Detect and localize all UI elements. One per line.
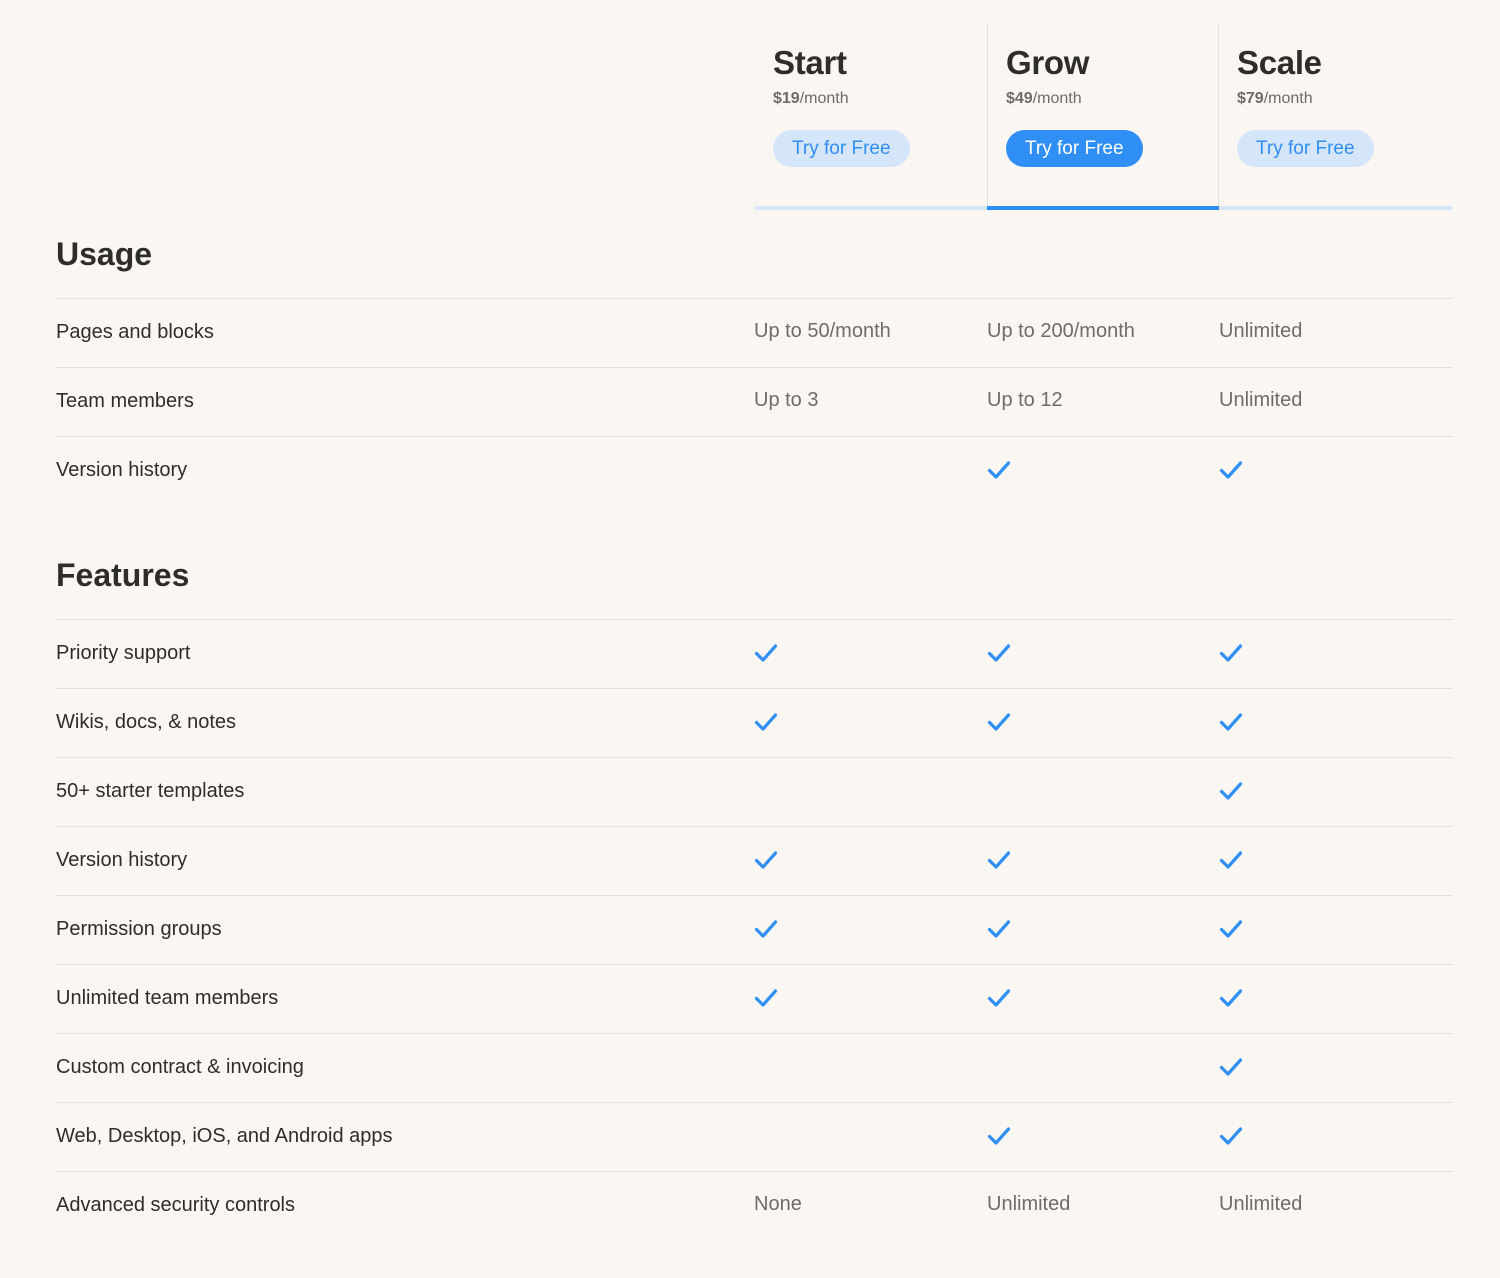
try-for-free-button-start[interactable]: Try for Free	[773, 130, 910, 167]
plan-name: Scale	[1237, 44, 1322, 81]
check-icon	[754, 920, 778, 938]
row-label: Advanced security controls	[56, 1194, 296, 1216]
check-icon	[754, 713, 778, 731]
try-for-free-button-scale[interactable]: Try for Free	[1237, 130, 1374, 167]
check-icon	[1219, 713, 1243, 731]
row-value-grow: Up to 200/month	[987, 320, 1135, 342]
plan-price-amount: $79	[1237, 90, 1264, 107]
table-row: Custom contract & invoicing	[56, 1033, 1453, 1102]
row-value-grow	[987, 710, 1011, 738]
check-icon	[1219, 1058, 1243, 1076]
check-icon	[1219, 644, 1243, 662]
check-icon	[987, 920, 1011, 938]
row-value-grow	[987, 848, 1011, 876]
check-icon	[1219, 1127, 1243, 1145]
table-row: Priority support	[56, 619, 1453, 688]
row-value-grow	[987, 641, 1011, 669]
check-icon	[1219, 851, 1243, 869]
check-icon	[1219, 782, 1243, 800]
table-row: Unlimited team members	[56, 964, 1453, 1033]
plan-price-amount: $19	[773, 90, 800, 107]
plan-column-grow: Grow $49/month Try for Free	[987, 24, 1219, 210]
row-value-start	[754, 710, 778, 738]
row-value-scale: Unlimited	[1219, 320, 1303, 342]
row-label: Team members	[56, 390, 194, 412]
row-label: Pages and blocks	[56, 321, 214, 343]
plan-price: $19/month	[773, 90, 849, 108]
check-icon	[1219, 461, 1243, 479]
plan-price-amount: $49	[1006, 90, 1033, 107]
check-icon	[987, 1127, 1011, 1145]
check-icon	[754, 989, 778, 1007]
row-value-start: Up to 3	[754, 389, 819, 411]
row-value-start	[754, 986, 778, 1014]
row-value-scale	[1219, 1055, 1243, 1083]
check-icon	[754, 644, 778, 662]
plan-name: Grow	[1006, 44, 1090, 81]
row-value-grow: Unlimited	[987, 1193, 1071, 1215]
row-label: Permission groups	[56, 918, 222, 940]
row-label: Version history	[56, 459, 188, 481]
check-icon	[1219, 989, 1243, 1007]
table-row: Version history	[56, 826, 1453, 895]
row-value-scale	[1219, 1124, 1243, 1152]
row-value-scale: Unlimited	[1219, 389, 1303, 411]
plans-header: Start $19/month Try for Free Grow $49/mo…	[755, 24, 1452, 210]
table-row: Permission groups	[56, 895, 1453, 964]
table-row: Web, Desktop, iOS, and Android apps	[56, 1102, 1453, 1171]
plan-price-period: /month	[1263, 90, 1313, 107]
table-row: Pages and blocks Up to 50/month Up to 20…	[56, 298, 1453, 367]
plan-price-period: /month	[799, 90, 849, 107]
row-value-scale	[1219, 641, 1243, 669]
row-label: 50+ starter templates	[56, 780, 245, 802]
row-value-start: Up to 50/month	[754, 320, 891, 342]
row-value-scale	[1219, 710, 1243, 738]
check-icon	[987, 989, 1011, 1007]
plan-underline-active	[987, 206, 1219, 210]
row-label: Wikis, docs, & notes	[56, 711, 237, 733]
plan-underline	[1219, 206, 1452, 210]
plan-price: $49/month	[1006, 90, 1082, 108]
plan-price: $79/month	[1237, 90, 1313, 108]
check-icon	[987, 644, 1011, 662]
row-value-scale	[1219, 458, 1243, 486]
row-label: Version history	[56, 849, 188, 871]
row-value-start: None	[754, 1193, 802, 1215]
row-label: Unlimited team members	[56, 987, 279, 1009]
table-row: Wikis, docs, & notes	[56, 688, 1453, 757]
row-value-grow	[987, 458, 1011, 486]
section-title-features: Features	[56, 557, 190, 593]
row-value-start	[754, 848, 778, 876]
row-value-start	[754, 641, 778, 669]
table-row: Advanced security controls None Unlimite…	[56, 1171, 1453, 1240]
check-icon	[987, 851, 1011, 869]
row-value-scale: Unlimited	[1219, 1193, 1303, 1215]
plan-name: Start	[773, 44, 847, 81]
row-label: Priority support	[56, 642, 191, 664]
row-value-scale	[1219, 986, 1243, 1014]
plan-price-period: /month	[1032, 90, 1082, 107]
check-icon	[1219, 920, 1243, 938]
row-label: Custom contract & invoicing	[56, 1056, 304, 1078]
try-for-free-button-grow[interactable]: Try for Free	[1006, 130, 1143, 167]
row-value-grow	[987, 986, 1011, 1014]
table-row: 50+ starter templates	[56, 757, 1453, 826]
plan-underline	[755, 206, 987, 210]
row-value-scale	[1219, 848, 1243, 876]
plan-column-start: Start $19/month Try for Free	[755, 24, 987, 210]
row-value-grow: Up to 12	[987, 389, 1063, 411]
row-value-scale	[1219, 917, 1243, 945]
table-row: Team members Up to 3 Up to 12 Unlimited	[56, 367, 1453, 436]
table-row: Version history	[56, 436, 1453, 505]
check-icon	[754, 851, 778, 869]
row-value-grow	[987, 917, 1011, 945]
section-title-usage: Usage	[56, 236, 153, 272]
check-icon	[987, 713, 1011, 731]
plan-column-scale: Scale $79/month Try for Free	[1219, 24, 1452, 210]
row-value-scale	[1219, 779, 1243, 807]
row-value-grow	[987, 1124, 1011, 1152]
check-icon	[987, 461, 1011, 479]
row-value-start	[754, 917, 778, 945]
row-label: Web, Desktop, iOS, and Android apps	[56, 1125, 393, 1147]
